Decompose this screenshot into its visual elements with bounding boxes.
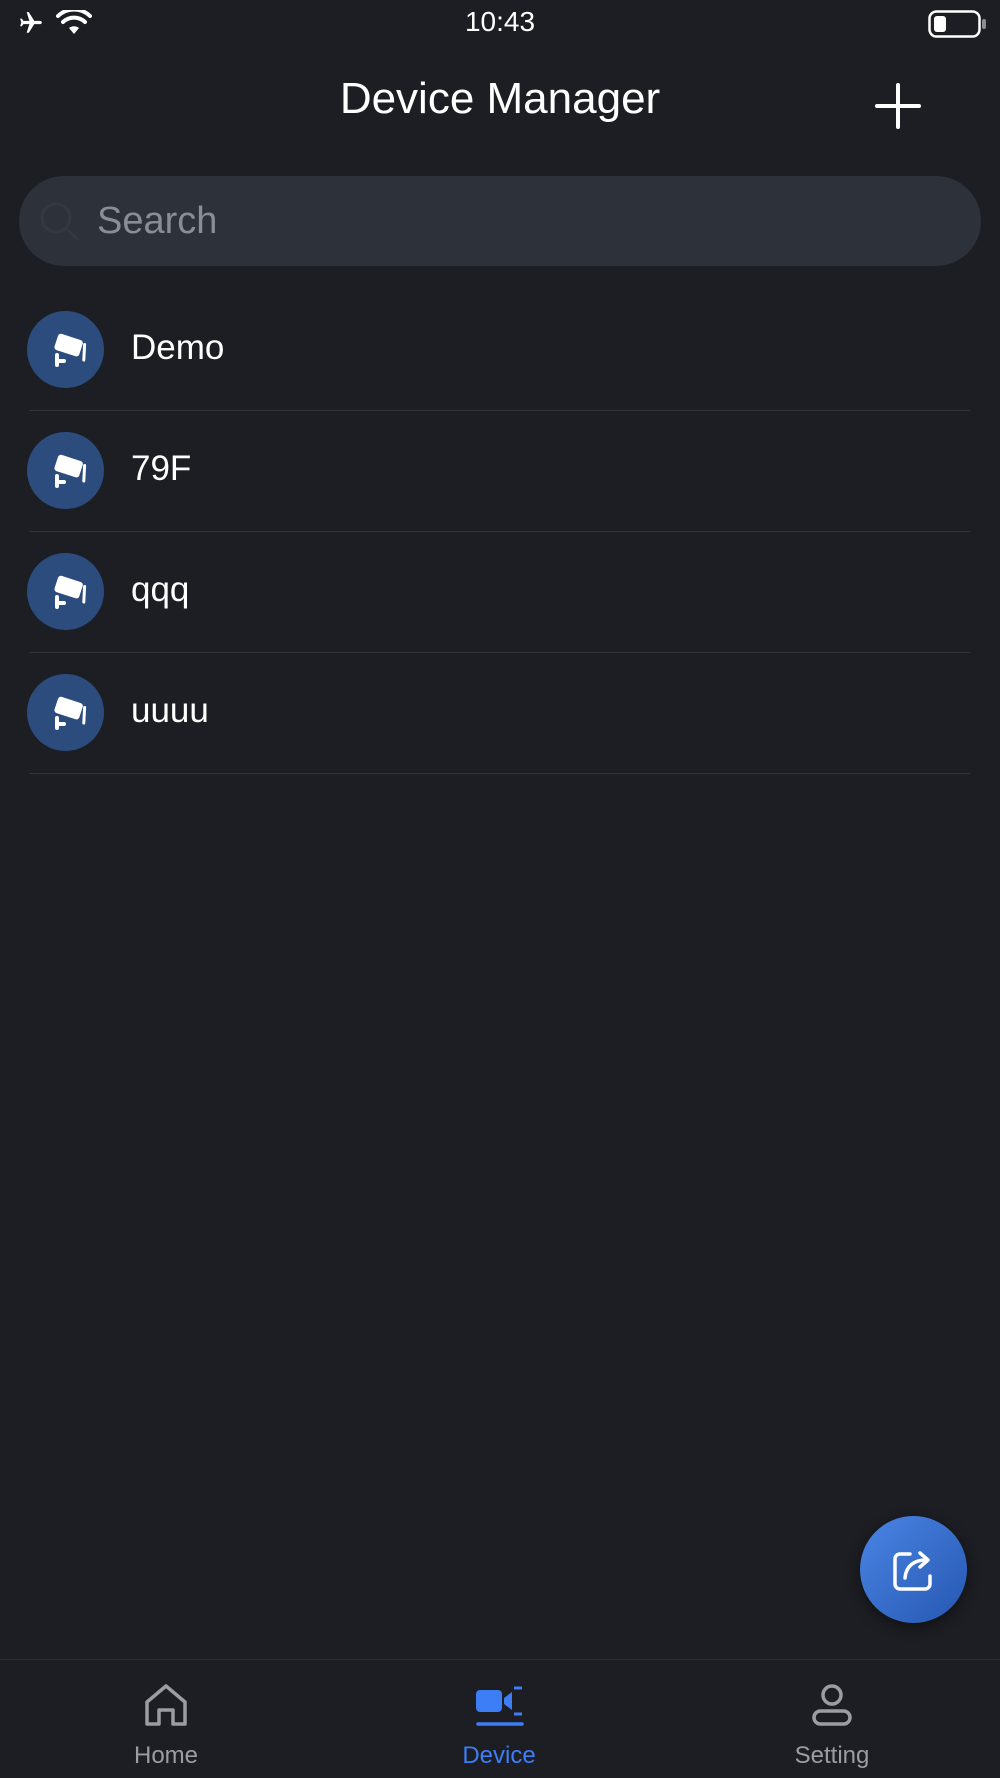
tab-bar: Home Device Setting <box>0 1659 1000 1778</box>
add-device-button[interactable] <box>868 76 928 136</box>
nav-bar: Device Manager <box>0 60 1000 140</box>
tab-setting[interactable]: Setting <box>732 1660 932 1778</box>
device-avatar <box>27 674 104 751</box>
search-input[interactable] <box>97 176 981 266</box>
tab-label: Device <box>462 1742 536 1769</box>
device-avatar <box>27 432 104 509</box>
tab-label: Setting <box>794 1742 870 1769</box>
battery-icon <box>928 10 988 43</box>
device-name: uuuu <box>131 691 209 730</box>
camera-icon <box>53 454 86 488</box>
tab-device[interactable]: Device <box>399 1660 599 1778</box>
device-avatar <box>27 553 104 630</box>
device-name: 79F <box>131 449 192 488</box>
camera-icon <box>53 696 86 730</box>
video-camera-icon <box>476 1686 524 1726</box>
page-title: Device Manager <box>339 74 661 123</box>
share-button[interactable] <box>860 1516 967 1623</box>
device-list: Demo 79F qqq uuuu <box>0 290 1000 774</box>
search-bar[interactable] <box>19 176 981 266</box>
device-name: Demo <box>131 328 225 367</box>
camera-icon <box>53 575 86 609</box>
home-icon <box>145 1684 187 1726</box>
status-time: 10:43 <box>464 6 536 37</box>
user-icon <box>812 1684 852 1726</box>
share-icon <box>892 1550 932 1591</box>
status-bar: 10:43 <box>0 0 1000 46</box>
device-row[interactable]: uuuu <box>0 653 1000 774</box>
camera-icon <box>53 333 86 367</box>
device-row[interactable]: 79F <box>0 411 1000 532</box>
search-icon <box>40 202 79 241</box>
device-row[interactable]: Demo <box>0 290 1000 411</box>
device-row[interactable]: qqq <box>0 532 1000 653</box>
device-avatar <box>27 311 104 388</box>
plus-icon <box>875 83 921 129</box>
tab-home[interactable]: Home <box>66 1660 266 1778</box>
tab-label: Home <box>133 1742 199 1769</box>
device-name: qqq <box>131 570 190 609</box>
divider <box>29 773 970 774</box>
